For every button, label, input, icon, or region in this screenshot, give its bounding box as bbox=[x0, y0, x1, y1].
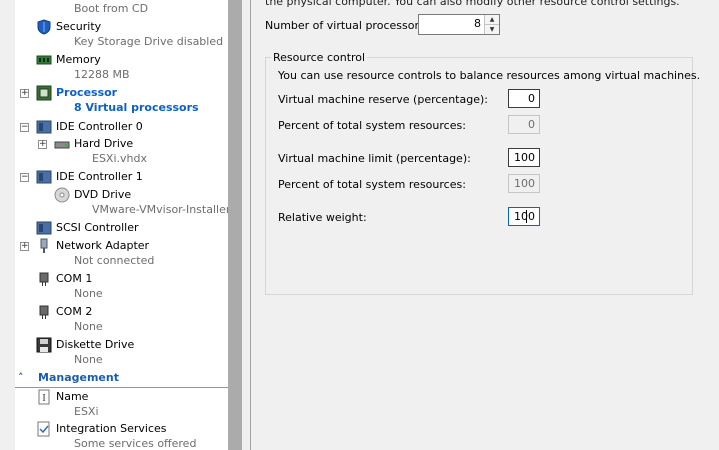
hard-drive-icon bbox=[54, 136, 70, 152]
collapse-icon[interactable]: − bbox=[20, 123, 29, 132]
diskette-icon bbox=[36, 337, 52, 353]
tree-item-sub: 12288 MB bbox=[74, 68, 130, 81]
expand-icon[interactable]: + bbox=[20, 89, 29, 98]
management-title: Management bbox=[38, 371, 119, 384]
memory-chip-icon bbox=[36, 52, 52, 68]
tree-item-label: IDE Controller 1 bbox=[56, 170, 143, 183]
tree-item-label: COM 1 bbox=[56, 272, 93, 285]
tree-item-sub: ESXi.vhdx bbox=[92, 152, 147, 165]
tree-item-label: Security bbox=[56, 20, 102, 33]
tree-item-scsi-controller[interactable]: SCSI Controller bbox=[15, 219, 228, 236]
tree-item-label: Hard Drive bbox=[74, 137, 134, 150]
svg-text:I: I bbox=[42, 393, 45, 404]
tree-item-network-adapter[interactable]: + Network Adapter bbox=[15, 237, 228, 254]
com-port-icon bbox=[36, 304, 52, 320]
network-adapter-icon bbox=[36, 238, 52, 254]
firmware-sub: Boot from CD bbox=[74, 2, 149, 15]
expand-icon[interactable]: + bbox=[20, 242, 29, 251]
resource-control-desc: You can use resource controls to balance… bbox=[278, 69, 701, 82]
reserve-percent-label: Percent of total system resources: bbox=[278, 119, 466, 132]
tree-item-sub: None bbox=[74, 320, 103, 333]
management-section-header[interactable]: ˄ Management bbox=[15, 370, 228, 388]
tree-item-sub: 8 Virtual processors bbox=[74, 101, 199, 114]
tree-item-label: SCSI Controller bbox=[56, 221, 139, 234]
tree-item-label: Diskette Drive bbox=[56, 338, 135, 351]
processor-icon bbox=[36, 85, 52, 101]
tree-item-ide-controller-1[interactable]: − IDE Controller 1 bbox=[15, 168, 228, 185]
tree-item-sub: None bbox=[74, 353, 103, 366]
tree-item-label: IDE Controller 0 bbox=[56, 120, 143, 133]
integration-services-icon bbox=[36, 421, 52, 437]
limit-label: Virtual machine limit (percentage): bbox=[278, 152, 471, 165]
limit-percent-label: Percent of total system resources: bbox=[278, 178, 466, 191]
tree-item-integration-services[interactable]: Integration Services bbox=[15, 420, 228, 437]
com-port-icon bbox=[36, 271, 52, 287]
reserve-input[interactable]: 0 bbox=[508, 89, 540, 108]
hardware-tree[interactable]: Boot from CD Security Key Storage Drive … bbox=[15, 0, 228, 450]
name-icon: I bbox=[36, 389, 52, 405]
shield-icon bbox=[36, 19, 52, 35]
tree-item-ide-controller-0[interactable]: − IDE Controller 0 bbox=[15, 118, 228, 135]
dvd-icon bbox=[54, 187, 70, 203]
tree-item-sub: None bbox=[74, 287, 103, 300]
num-vp-stepper[interactable]: 8 ▲ ▼ bbox=[418, 14, 500, 35]
limit-percent-value: 100 bbox=[508, 174, 540, 193]
tree-item-com-2[interactable]: COM 2 bbox=[15, 303, 228, 320]
num-vp-label: Number of virtual processors: bbox=[265, 19, 429, 32]
tree-item-sub: Some services offered bbox=[74, 437, 197, 450]
expand-icon[interactable]: + bbox=[38, 140, 47, 149]
tree-item-sub: VMware-VMvisor-Installer-... bbox=[92, 203, 228, 216]
tree-item-processor[interactable]: + Processor bbox=[15, 84, 228, 101]
tree-item-sub: Key Storage Drive disabled bbox=[74, 35, 224, 48]
tree-item-hard-drive[interactable]: + Hard Drive bbox=[15, 135, 228, 152]
limit-input[interactable]: 100 bbox=[508, 148, 540, 167]
tree-item-com-1[interactable]: COM 1 bbox=[15, 270, 228, 287]
reserve-label: Virtual machine reserve (percentage): bbox=[278, 93, 488, 106]
splitter[interactable] bbox=[228, 0, 242, 450]
tree-item-label: Memory bbox=[56, 53, 101, 66]
text-caret bbox=[526, 210, 527, 223]
weight-input[interactable]: 100 bbox=[508, 207, 540, 226]
reserve-percent-value: 0 bbox=[508, 115, 540, 134]
stepper-buttons: ▲ ▼ bbox=[484, 15, 499, 34]
tree-item-security[interactable]: Security bbox=[15, 18, 228, 35]
collapse-icon[interactable]: − bbox=[20, 173, 29, 182]
tree-item-label: Network Adapter bbox=[56, 239, 150, 252]
tree-item-label: DVD Drive bbox=[74, 188, 132, 201]
processor-settings-panel: the physical computer. You can also modi… bbox=[251, 0, 719, 450]
tree-item-diskette-drive[interactable]: Diskette Drive bbox=[15, 336, 228, 353]
tree-item-sub: ESXi bbox=[74, 405, 99, 418]
left-gutter bbox=[0, 0, 15, 450]
chevron-up-icon[interactable]: ˄ bbox=[18, 371, 24, 384]
tree-item-name[interactable]: I Name bbox=[15, 388, 228, 405]
tree-item-label: Processor bbox=[56, 86, 118, 99]
tree-item-label: Integration Services bbox=[56, 422, 167, 435]
tree-item-dvd-drive[interactable]: DVD Drive bbox=[15, 186, 228, 203]
weight-label: Relative weight: bbox=[278, 211, 367, 224]
stepper-down-icon[interactable]: ▼ bbox=[485, 25, 499, 34]
stepper-up-icon[interactable]: ▲ bbox=[485, 15, 499, 25]
tree-item-sub: Not connected bbox=[74, 254, 155, 267]
tree-item-memory[interactable]: Memory bbox=[15, 51, 228, 68]
tree-item-label: Name bbox=[56, 390, 89, 403]
intro-text: the physical computer. You can also modi… bbox=[265, 0, 680, 8]
resource-control-title: Resource control bbox=[271, 51, 368, 64]
num-vp-value: 8 bbox=[474, 17, 481, 30]
ide-controller-icon bbox=[36, 169, 52, 185]
ide-controller-icon bbox=[36, 119, 52, 135]
scsi-controller-icon bbox=[36, 220, 52, 236]
tree-item-label: COM 2 bbox=[56, 305, 93, 318]
